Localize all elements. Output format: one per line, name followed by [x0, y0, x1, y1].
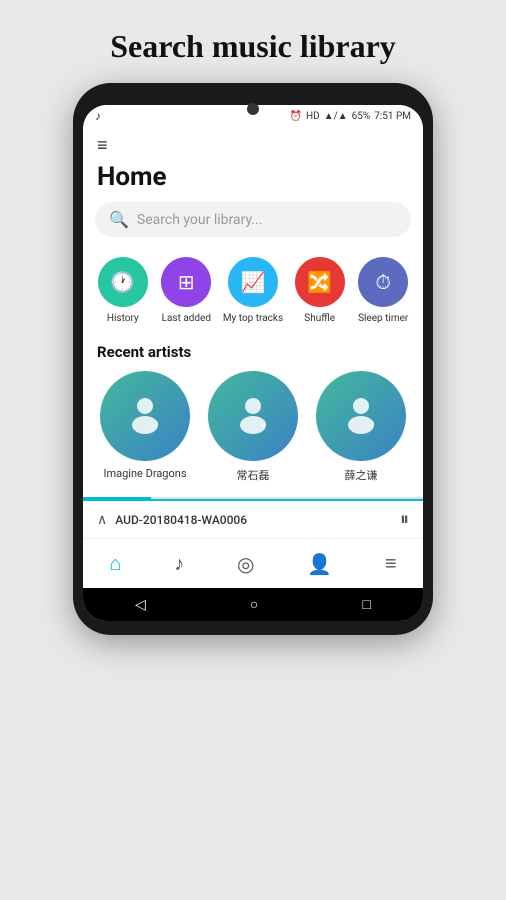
- android-back-button[interactable]: ◁: [135, 597, 146, 613]
- svg-text:♪: ♪: [369, 416, 375, 430]
- queue-nav-icon: ≡: [385, 551, 397, 576]
- phone-frame: ♪ ⏰ HD ▲/▲ 65% 7:51 PM ≡ Home 🔍 Search y…: [73, 83, 433, 635]
- action-history[interactable]: 🕐 History: [96, 257, 150, 325]
- shuffle-label: Shuffle: [304, 313, 335, 325]
- android-recent-button[interactable]: □: [362, 596, 370, 613]
- artist-name-chang-shi-lei: 常石磊: [237, 467, 270, 483]
- sleep-timer-label: Sleep timer: [358, 313, 408, 325]
- artist-chang-shi-lei[interactable]: ♪ 常石磊: [208, 371, 298, 483]
- android-navigation-bar: ◁ ○ □: [83, 588, 423, 621]
- nav-home[interactable]: ⌂: [99, 547, 131, 580]
- bottom-navigation: ⌂ ♪ ◎ 👤 ≡: [83, 538, 423, 588]
- top-tracks-label: My top tracks: [223, 313, 283, 325]
- action-shuffle[interactable]: 🔀 Shuffle: [293, 257, 347, 325]
- artist-xue-zhi-qian[interactable]: ♪ 薛之谦: [316, 371, 406, 483]
- nav-music[interactable]: ♪: [164, 547, 194, 580]
- home-nav-icon: ⌂: [109, 551, 121, 576]
- action-top-tracks[interactable]: 📈 My top tracks: [223, 257, 283, 325]
- history-icon: 🕐: [110, 270, 135, 294]
- phone-camera: [247, 103, 259, 115]
- last-added-circle: ⊞: [161, 257, 211, 307]
- nav-profile[interactable]: 👤: [297, 548, 342, 580]
- history-circle: 🕐: [98, 257, 148, 307]
- search-bar[interactable]: 🔍 Search your library...: [95, 202, 411, 237]
- progress-fill: [83, 497, 151, 499]
- hd-label: HD: [306, 111, 320, 122]
- shuffle-icon: 🔀: [307, 270, 332, 294]
- svg-text:♪: ♪: [153, 416, 159, 430]
- sleep-timer-circle: ⏱: [358, 257, 408, 307]
- artist-name-imagine-dragons: Imagine Dragons: [103, 467, 186, 480]
- alarm-icon: ⏰: [290, 111, 302, 122]
- svg-text:♪: ♪: [261, 416, 267, 430]
- nav-disc[interactable]: ◎: [227, 548, 264, 580]
- now-playing-bar: ∧ AUD-20180418-WA0006 ⏸: [83, 499, 423, 538]
- music-note-icon: ♪: [95, 109, 101, 123]
- artist-person-icon-3: ♪: [337, 389, 385, 444]
- artist-person-icon: ♪: [121, 389, 169, 444]
- artist-name-xue-zhi-qian: 薛之谦: [345, 467, 378, 483]
- last-added-icon: ⊞: [178, 270, 195, 294]
- quick-actions-row: 🕐 History ⊞ Last added 📈 My top tracks: [83, 253, 423, 333]
- search-input[interactable]: Search your library...: [137, 212, 263, 228]
- last-added-label: Last added: [162, 313, 211, 325]
- battery-level: 65%: [352, 111, 371, 122]
- now-playing-track-title: AUD-20180418-WA0006: [115, 513, 392, 527]
- recent-artists-title: Recent artists: [83, 333, 423, 371]
- home-screen-title: Home: [83, 158, 423, 202]
- disc-nav-icon: ◎: [237, 552, 254, 576]
- shuffle-circle: 🔀: [295, 257, 345, 307]
- expand-player-button[interactable]: ∧: [97, 512, 107, 528]
- music-nav-icon: ♪: [174, 551, 184, 576]
- artist-person-icon-2: ♪: [229, 389, 277, 444]
- pause-button[interactable]: ⏸: [400, 509, 409, 530]
- artist-avatar-imagine-dragons: ♪: [100, 371, 190, 461]
- now-playing-progress: [83, 497, 423, 499]
- page-title: Search music library: [90, 0, 416, 83]
- artist-imagine-dragons[interactable]: ♪ Imagine Dragons: [100, 371, 190, 483]
- sleep-timer-icon: ⏱: [375, 270, 391, 294]
- artist-avatar-chang-shi-lei: ♪: [208, 371, 298, 461]
- signal-icon: ▲/▲: [324, 111, 348, 122]
- top-tracks-icon: 📈: [241, 270, 266, 294]
- top-tracks-circle: 📈: [228, 257, 278, 307]
- android-home-button[interactable]: ○: [250, 596, 258, 613]
- app-content: ≡ Home 🔍 Search your library... 🕐 Histor…: [83, 127, 423, 497]
- artist-avatar-xue-zhi-qian: ♪: [316, 371, 406, 461]
- hamburger-menu-button[interactable]: ≡: [83, 127, 423, 158]
- history-label: History: [107, 313, 139, 325]
- action-last-added[interactable]: ⊞ Last added: [159, 257, 213, 325]
- phone-screen: ♪ ⏰ HD ▲/▲ 65% 7:51 PM ≡ Home 🔍 Search y…: [83, 105, 423, 621]
- action-sleep-timer[interactable]: ⏱ Sleep timer: [356, 257, 410, 325]
- nav-queue[interactable]: ≡: [375, 547, 407, 580]
- profile-nav-icon: 👤: [307, 552, 332, 576]
- search-icon: 🔍: [109, 210, 129, 229]
- artists-row: ♪ Imagine Dragons ♪: [83, 371, 423, 497]
- clock-time: 7:51 PM: [374, 111, 411, 122]
